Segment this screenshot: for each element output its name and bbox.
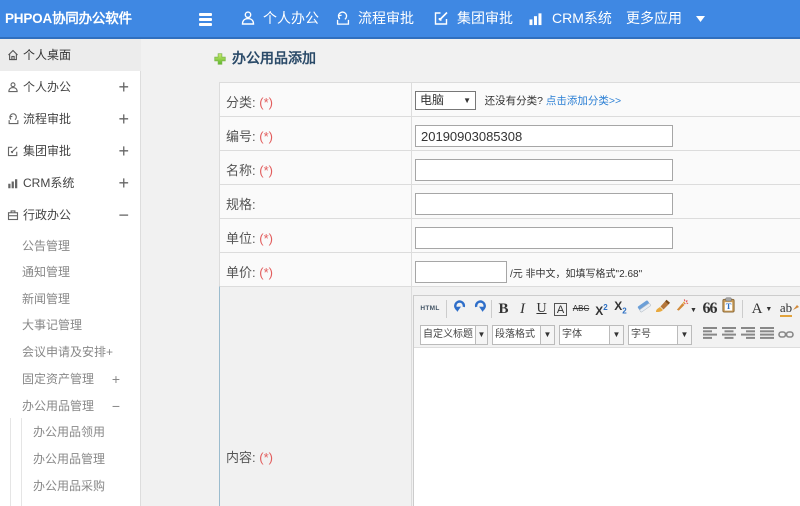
svg-text:T: T	[726, 301, 732, 311]
